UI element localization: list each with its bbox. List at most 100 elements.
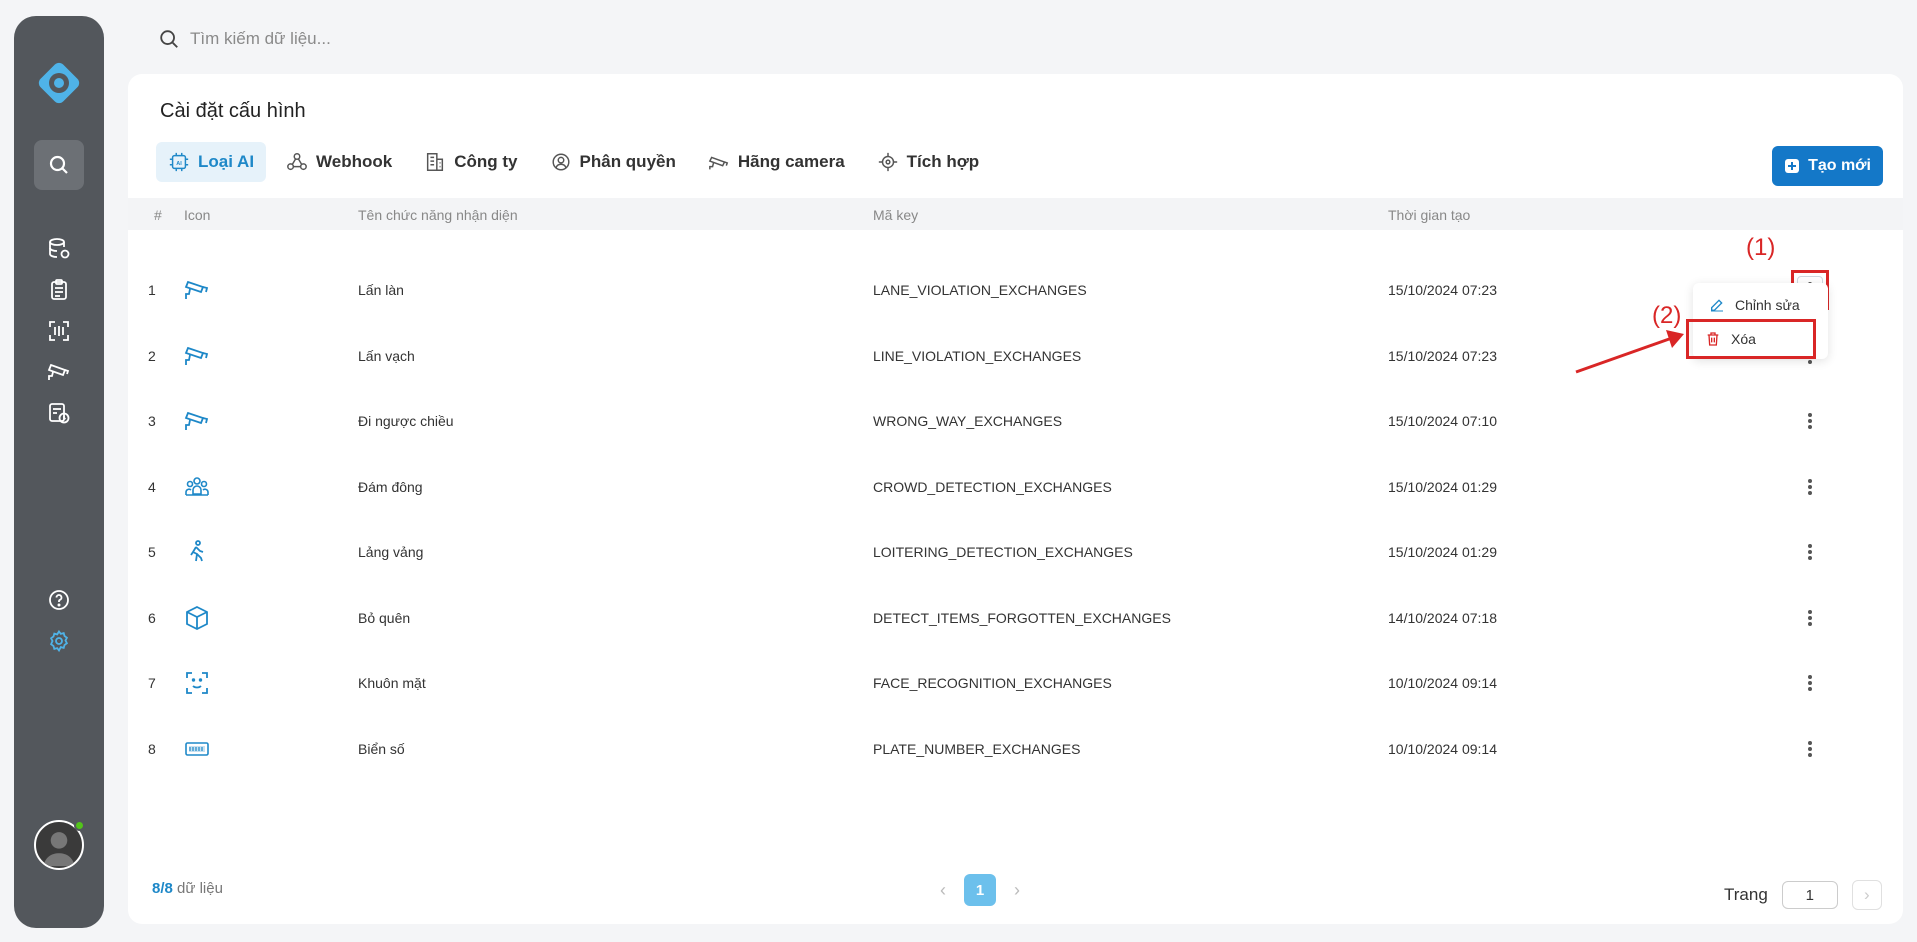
tab-label: Hãng camera bbox=[737, 152, 845, 171]
row-name: Biển số bbox=[358, 740, 405, 757]
table-row: 8 Biển số PLATE_NUMBER_EXCHANGES 10/10/2024… bbox=[128, 709, 1903, 789]
edit-menu-item[interactable]: Chỉnh sửa bbox=[1693, 289, 1828, 321]
cctv-icon bbox=[184, 408, 210, 434]
users-gear-icon bbox=[551, 153, 570, 171]
more-vertical-icon bbox=[1808, 675, 1812, 691]
row-index: 3 bbox=[148, 413, 156, 429]
more-vertical-icon bbox=[1808, 740, 1812, 757]
sidebar-search-button[interactable] bbox=[34, 140, 84, 190]
row-key: LOITERING_DETECTION_EXCHANGES bbox=[873, 544, 1133, 560]
row-actions-button[interactable] bbox=[1796, 407, 1824, 435]
row-created: 15/10/2024 07:23 bbox=[1388, 282, 1497, 298]
row-name: Đám đông bbox=[358, 478, 423, 495]
search-icon bbox=[49, 155, 68, 174]
search-input[interactable] bbox=[190, 29, 590, 49]
create-new-button[interactable]: Tạo mới bbox=[1772, 146, 1883, 186]
row-index: 2 bbox=[148, 347, 156, 364]
pagination: ‹ 1 › bbox=[940, 874, 1020, 906]
row-created: 10/10/2024 09:14 bbox=[1388, 675, 1497, 691]
license-plate-icon bbox=[184, 736, 210, 762]
row-actions-menu: Chỉnh sửa Xóa bbox=[1686, 283, 1828, 359]
tab-permissions[interactable]: Phân quyền bbox=[538, 142, 688, 182]
record-count: 8/8 dữ liệu bbox=[152, 880, 223, 897]
row-created: 14/10/2024 07:18 bbox=[1388, 609, 1497, 626]
more-vertical-icon bbox=[1808, 413, 1812, 429]
goto-page-input[interactable] bbox=[1781, 881, 1838, 909]
tab-label: Webhook bbox=[316, 152, 393, 171]
row-name: Đi ngược chiều bbox=[358, 413, 454, 429]
tab-label: Phân quyền bbox=[579, 152, 676, 171]
plus-square-icon bbox=[1785, 159, 1800, 173]
settings-card: Cài đặt cấu hình AI Loại AI Webhook Công… bbox=[128, 74, 1903, 924]
row-created: 10/10/2024 09:14 bbox=[1388, 740, 1497, 757]
app-logo-icon[interactable] bbox=[32, 56, 86, 110]
delete-label: Xóa bbox=[1731, 331, 1756, 347]
tab-company[interactable]: Công ty bbox=[412, 142, 529, 182]
global-search bbox=[158, 28, 590, 50]
row-index: 7 bbox=[148, 675, 156, 691]
row-created: 15/10/2024 07:23 bbox=[1388, 347, 1497, 364]
database-icon bbox=[49, 238, 70, 259]
row-actions-button[interactable] bbox=[1796, 538, 1824, 566]
more-vertical-icon bbox=[1808, 609, 1812, 626]
tab-integration[interactable]: Tích hợp bbox=[865, 142, 992, 182]
row-key: CROWD_DETECTION_EXCHANGES bbox=[873, 478, 1112, 495]
row-created: 15/10/2024 01:29 bbox=[1388, 544, 1497, 560]
page-button-current[interactable]: 1 bbox=[964, 874, 996, 906]
clipboard-icon bbox=[51, 279, 67, 300]
header-index: # bbox=[154, 207, 162, 223]
settings-tabs: AI Loại AI Webhook Công ty Phân quyền Hã… bbox=[156, 142, 991, 182]
row-key: LINE_VIOLATION_EXCHANGES bbox=[873, 347, 1082, 364]
tab-ai-types[interactable]: AI Loại AI bbox=[156, 142, 267, 182]
tab-label: Công ty bbox=[454, 152, 518, 171]
tab-webhook[interactable]: Webhook bbox=[274, 142, 404, 182]
edit-label: Chỉnh sửa bbox=[1735, 297, 1800, 313]
row-key: WRONG_WAY_EXCHANGES bbox=[873, 413, 1063, 429]
trash-icon bbox=[1707, 332, 1719, 346]
row-actions-button[interactable] bbox=[1796, 473, 1824, 501]
row-name: Lảng vảng bbox=[358, 544, 424, 560]
row-created: 15/10/2024 01:29 bbox=[1388, 478, 1497, 495]
tab-label: Loại AI bbox=[198, 152, 255, 171]
cctv-icon bbox=[184, 277, 210, 303]
table-header: # Icon Tên chức năng nhận diện Mã key Th… bbox=[128, 198, 1903, 230]
scan-icon bbox=[49, 321, 69, 341]
row-key: DETECT_ITEMS_FORGOTTEN_EXCHANGES bbox=[873, 609, 1171, 626]
ai-chip-icon: AI bbox=[169, 152, 189, 172]
sidebar-history-button[interactable] bbox=[34, 388, 84, 438]
row-actions-button[interactable] bbox=[1796, 604, 1824, 632]
face-scan-icon bbox=[184, 670, 210, 696]
goto-page: Trang › bbox=[1724, 880, 1882, 910]
record-count-suffix: dữ liệu bbox=[172, 880, 223, 897]
header-icon: Icon bbox=[184, 207, 211, 223]
gear-icon bbox=[49, 629, 69, 653]
search-icon bbox=[160, 30, 178, 48]
online-status-dot bbox=[74, 820, 85, 831]
goto-next-button[interactable]: › bbox=[1851, 880, 1882, 910]
row-index: 8 bbox=[148, 740, 156, 757]
row-actions-button[interactable] bbox=[1796, 735, 1824, 763]
svg-text:AI: AI bbox=[176, 161, 182, 167]
annotation-step-1: (1) bbox=[1746, 234, 1776, 261]
tab-camera-brands[interactable]: Hãng camera bbox=[696, 142, 857, 182]
header-key: Mã key bbox=[873, 207, 919, 223]
crowd-icon bbox=[184, 474, 210, 500]
sidebar-settings-button[interactable] bbox=[34, 616, 84, 666]
cctv-icon bbox=[184, 343, 210, 369]
next-page-button[interactable]: › bbox=[1014, 880, 1020, 901]
row-key: PLATE_NUMBER_EXCHANGES bbox=[873, 740, 1081, 757]
header-name: Tên chức năng nhận diện bbox=[358, 207, 518, 223]
row-index: 1 bbox=[148, 282, 156, 298]
prev-page-button[interactable]: ‹ bbox=[940, 880, 946, 901]
tab-label: Tích hợp bbox=[906, 152, 980, 171]
page-title: Cài đặt cấu hình bbox=[160, 100, 306, 122]
goto-label: Trang bbox=[1724, 885, 1768, 904]
row-key: LANE_VIOLATION_EXCHANGES bbox=[873, 282, 1087, 298]
more-vertical-icon bbox=[1808, 544, 1812, 560]
walking-icon bbox=[184, 539, 210, 565]
row-actions-button[interactable] bbox=[1796, 669, 1824, 697]
delete-menu-item[interactable]: Xóa bbox=[1686, 319, 1816, 359]
row-key: FACE_RECOGNITION_EXCHANGES bbox=[873, 675, 1112, 691]
sidebar bbox=[14, 16, 104, 928]
help-icon bbox=[49, 590, 69, 610]
